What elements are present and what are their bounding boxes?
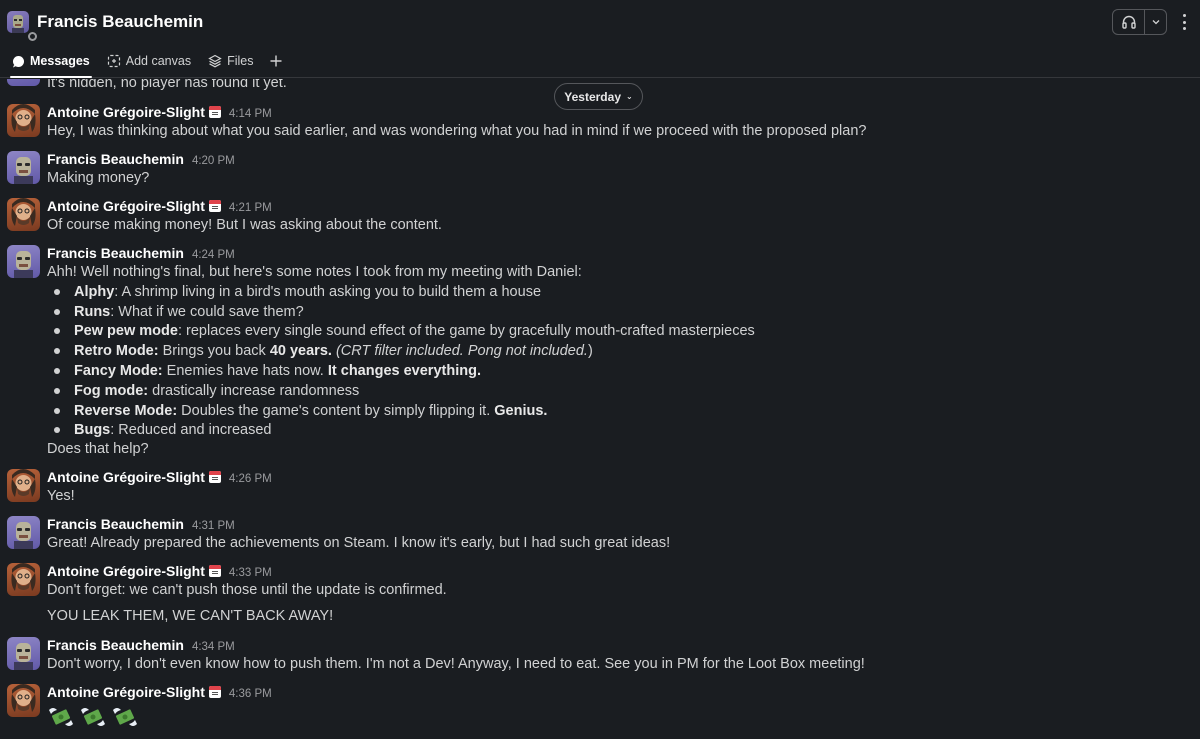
tab-label: Files (227, 54, 254, 68)
huddle-button[interactable] (1113, 10, 1145, 34)
author-name[interactable]: Antoine Grégoire-Slight (47, 198, 205, 214)
money-with-wings-icon (49, 708, 73, 726)
channel-title-row[interactable]: Francis Beauchemin (7, 8, 203, 41)
calendar-status-icon[interactable] (208, 106, 221, 118)
message-text: Does that help? (47, 441, 149, 457)
author-name[interactable]: Francis Beauchemin (47, 151, 184, 167)
list-item: Runs: What if we could save them? (47, 302, 755, 322)
author-name[interactable]: Antoine Grégoire-Slight (47, 469, 205, 485)
plus-icon (270, 55, 281, 67)
bullet-list: Alphy: A shrimp living in a bird's mouth… (47, 282, 755, 440)
channel-tabs: Messages Add canvas Files (10, 48, 283, 78)
author-name[interactable]: Antoine Grégoire-Slight (47, 104, 205, 120)
avatar[interactable] (7, 104, 40, 137)
message-list: It's hidden, no player has found it yet.… (0, 79, 1200, 739)
money-with-wings-icon (81, 708, 105, 726)
message-text: Of course making money! But I was asking… (47, 217, 442, 233)
channel-header: Francis Beauchemin Messages Add canvas F… (0, 0, 1200, 78)
day-divider-button[interactable]: Yesterday ⌄ (554, 83, 643, 110)
layers-icon (208, 54, 222, 68)
chevron-down-icon: ⌄ (626, 92, 633, 101)
avatar[interactable] (7, 151, 40, 184)
huddle-control (1112, 9, 1167, 35)
message-text: Making money? (47, 170, 150, 186)
avatar[interactable] (7, 516, 40, 549)
avatar[interactable] (7, 79, 40, 86)
message-text: Hey, I was thinking about what you said … (47, 123, 867, 139)
list-item: Pew pew mode: replaces every single soun… (47, 322, 755, 342)
author-name[interactable]: Antoine Grégoire-Slight (47, 563, 205, 579)
avatar[interactable] (7, 637, 40, 670)
day-divider-label: Yesterday (564, 89, 621, 104)
presence-away-icon (28, 32, 37, 41)
huddle-options-button[interactable] (1145, 10, 1166, 34)
timestamp[interactable]: 4:21 PM (229, 202, 272, 214)
channel-title[interactable]: Francis Beauchemin (37, 12, 203, 32)
tab-add-canvas[interactable]: Add canvas (107, 48, 191, 74)
calendar-status-icon[interactable] (208, 200, 221, 212)
avatar[interactable] (7, 245, 40, 278)
author-name[interactable]: Francis Beauchemin (47, 245, 184, 261)
author-name[interactable]: Antoine Grégoire-Slight (47, 684, 205, 700)
tab-label: Messages (30, 54, 90, 68)
author-name[interactable]: Francis Beauchemin (47, 516, 184, 532)
author-name[interactable]: Francis Beauchemin (47, 637, 184, 653)
timestamp[interactable]: 4:34 PM (192, 641, 235, 653)
timestamp[interactable]: 4:26 PM (229, 473, 272, 485)
message-text: YOU LEAK THEM, WE CAN'T BACK AWAY! (47, 608, 334, 624)
calendar-status-icon[interactable] (208, 471, 221, 483)
timestamp[interactable]: 4:24 PM (192, 249, 235, 261)
list-item: Alphy: A shrimp living in a bird's mouth… (47, 282, 755, 302)
tab-messages[interactable]: Messages (10, 48, 92, 78)
message-text: Ahh! Well nothing's final, but here's so… (47, 264, 582, 280)
timestamp[interactable]: 4:31 PM (192, 520, 235, 532)
user-avatar (7, 11, 29, 33)
timestamp[interactable]: 4:20 PM (192, 155, 235, 167)
list-item: Retro Mode: Brings you back 40 years. (C… (47, 341, 755, 361)
message-text: Don't forget: we can't push those until … (47, 582, 447, 598)
timestamp[interactable]: 4:36 PM (229, 688, 272, 700)
avatar[interactable] (7, 198, 40, 231)
message-text: Great! Already prepared the achievements… (47, 535, 671, 551)
timestamp[interactable]: 4:33 PM (229, 567, 272, 579)
tab-files[interactable]: Files (208, 48, 254, 74)
avatar[interactable] (7, 469, 40, 502)
money-with-wings-icon (113, 708, 137, 726)
timestamp[interactable]: 4:14 PM (229, 108, 272, 120)
chevron-down-icon (1152, 20, 1159, 25)
chat-bubble-icon (12, 55, 25, 68)
list-item: Fancy Mode: Enemies have hats now. It ch… (47, 361, 755, 381)
message-text: Yes! (47, 488, 75, 504)
avatar[interactable] (7, 684, 40, 717)
list-item: Fog mode: drastically increase randomnes… (47, 381, 755, 401)
tab-label: Add canvas (125, 54, 192, 68)
calendar-status-icon[interactable] (208, 565, 221, 577)
add-tab-button[interactable] (269, 48, 283, 74)
list-item: Reverse Mode: Doubles the game's content… (47, 401, 755, 421)
message-text: It's hidden, no player has found it yet. (47, 79, 287, 91)
canvas-icon (107, 54, 121, 68)
headphones-icon (1121, 15, 1136, 29)
calendar-status-icon[interactable] (208, 686, 221, 698)
avatar[interactable] (7, 563, 40, 596)
emoji-message (47, 704, 139, 730)
message-text: Don't worry, I don't even know how to pu… (47, 656, 865, 672)
more-options-icon[interactable] (1178, 11, 1190, 33)
list-item: Bugs: Reduced and increased (47, 421, 755, 441)
